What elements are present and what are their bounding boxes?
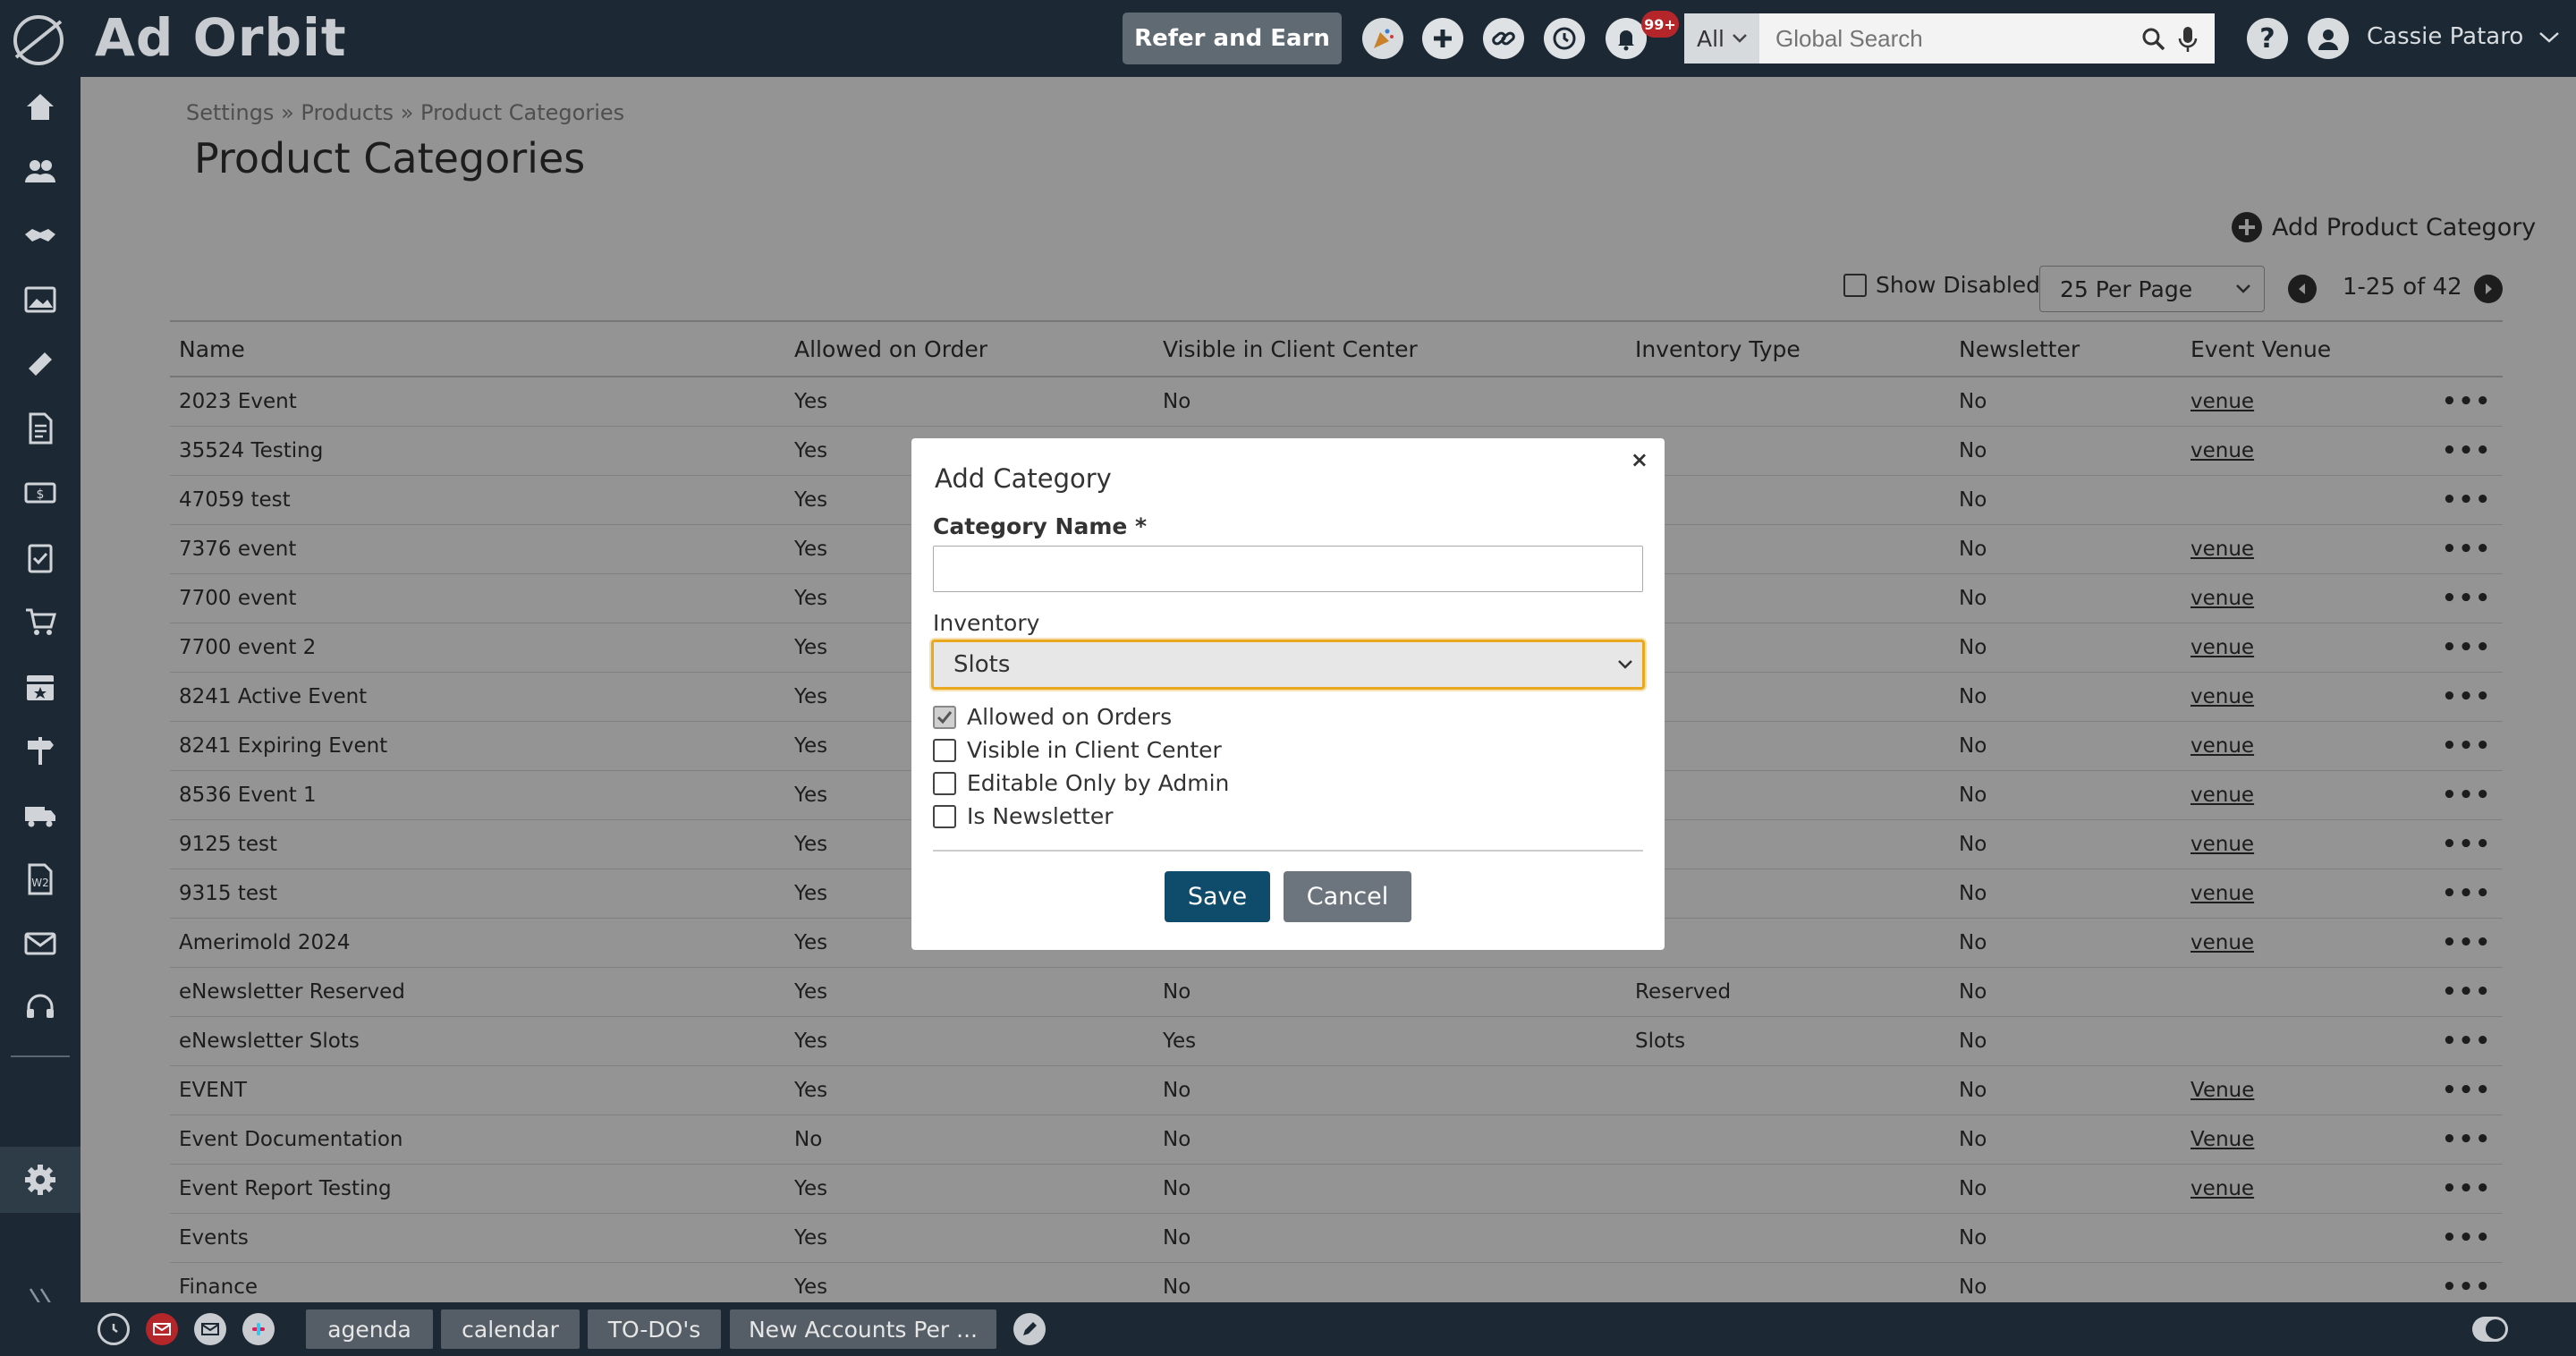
left-sidebar: $ W2 [0, 77, 80, 1318]
history-clock-icon[interactable] [1544, 18, 1585, 59]
link-icon[interactable] [1483, 18, 1524, 59]
ticket-icon[interactable] [21, 345, 59, 383]
notification-count-badge: 99+ [1641, 11, 1679, 38]
is-newsletter-checkbox[interactable] [933, 804, 956, 828]
slack-icon[interactable] [242, 1313, 275, 1345]
app-title: Ad Orbit [95, 7, 347, 68]
taskbar-tab-todos[interactable]: TO-DO's [588, 1309, 721, 1349]
visible-in-client-center-option[interactable]: Visible in Client Center [933, 737, 1222, 763]
user-avatar-icon[interactable] [2308, 18, 2349, 59]
taskbar-tab-new-accounts[interactable]: New Accounts Per ... [730, 1309, 996, 1349]
dialog-divider [933, 850, 1643, 852]
is-newsletter-option[interactable]: Is Newsletter [933, 803, 1114, 829]
sidebar-divider [11, 1055, 70, 1057]
svg-text:$: $ [37, 487, 45, 502]
calendar-star-icon[interactable] [21, 667, 59, 705]
search-icon[interactable] [2140, 26, 2167, 53]
editable-only-by-admin-checkbox[interactable] [933, 771, 956, 795]
toggle-switch-icon[interactable] [2472, 1317, 2508, 1342]
inventory-select[interactable]: Slots [931, 640, 1645, 690]
visible-in-client-center-label: Visible in Client Center [967, 737, 1222, 763]
dialog-title: Add Category [935, 463, 1112, 494]
mail-icon[interactable] [21, 925, 59, 962]
inventory-select-value: Slots [953, 651, 1011, 678]
help-icon[interactable]: ? [2247, 18, 2288, 59]
global-search: All [1684, 13, 2215, 64]
refer-and-earn-button[interactable]: Refer and Earn [1123, 13, 1342, 64]
inventory-label: Inventory [933, 610, 1040, 636]
add-new-icon[interactable] [1422, 18, 1463, 59]
editable-only-by-admin-label: Editable Only by Admin [967, 770, 1230, 796]
cancel-button[interactable]: Cancel [1284, 871, 1411, 922]
edit-pencil-icon[interactable] [1013, 1313, 1046, 1345]
is-newsletter-label: Is Newsletter [967, 803, 1114, 829]
category-name-label: Category Name * [933, 513, 1148, 539]
home-icon[interactable] [21, 88, 59, 125]
chevron-down-icon [1618, 660, 1632, 669]
contacts-icon[interactable] [21, 152, 59, 190]
support-headset-icon[interactable] [21, 989, 59, 1027]
settings-gear-icon[interactable] [21, 1161, 59, 1199]
mail-icon[interactable] [194, 1313, 226, 1345]
taskbar-tab-agenda[interactable]: agenda [306, 1309, 433, 1349]
delivery-truck-icon[interactable] [21, 796, 59, 834]
party-popper-icon[interactable] [1362, 18, 1403, 59]
checkmark-icon [936, 710, 953, 724]
svg-text:W2: W2 [31, 877, 49, 889]
w2-form-icon[interactable]: W2 [21, 860, 59, 898]
allowed-on-orders-label: Allowed on Orders [967, 704, 1173, 730]
allowed-on-orders-option[interactable]: Allowed on Orders [933, 704, 1172, 730]
chevron-down-icon [2538, 32, 2559, 43]
bottom-taskbar: agenda calendar TO-DO's New Accounts Per… [0, 1302, 2576, 1356]
editable-only-by-admin-option[interactable]: Editable Only by Admin [933, 770, 1229, 796]
search-category-value: All [1697, 25, 1724, 52]
document-icon[interactable] [21, 410, 59, 447]
handshake-icon[interactable] [21, 216, 59, 254]
category-name-input[interactable] [933, 546, 1643, 592]
user-menu[interactable]: Cassie Pataro [2367, 23, 2560, 50]
visible-in-client-center-checkbox[interactable] [933, 738, 956, 762]
search-category-select[interactable]: All [1684, 13, 1759, 64]
close-icon[interactable]: × [1631, 447, 1648, 472]
taskbar-tab-calendar[interactable]: calendar [441, 1309, 580, 1349]
allowed-on-orders-checkbox[interactable] [933, 705, 956, 729]
shopping-cart-icon[interactable] [21, 603, 59, 640]
clock-icon[interactable] [97, 1313, 130, 1345]
user-name: Cassie Pataro [2367, 23, 2524, 50]
clipboard-check-icon[interactable] [21, 538, 59, 576]
image-gallery-icon[interactable] [21, 281, 59, 318]
email-alert-icon[interactable] [146, 1313, 178, 1345]
save-button[interactable]: Save [1165, 871, 1270, 922]
top-navigation-bar: Ad Orbit Refer and Earn 99+ All ? Cassie… [0, 0, 2576, 77]
signpost-icon[interactable] [21, 732, 59, 769]
orbit-logo-icon [13, 15, 64, 65]
money-icon[interactable]: $ [21, 474, 59, 512]
chevron-down-icon [1733, 34, 1747, 43]
add-category-dialog: × Add Category Category Name * Inventory… [911, 438, 1665, 950]
microphone-icon[interactable] [2177, 25, 2199, 54]
